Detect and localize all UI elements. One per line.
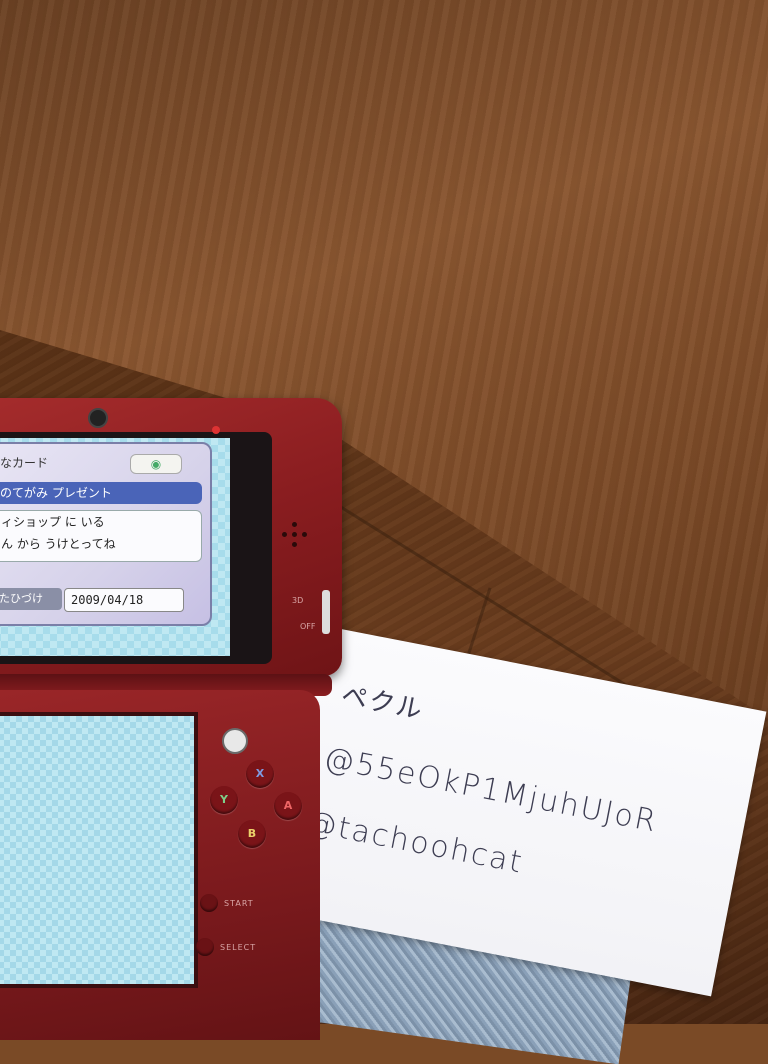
card-message-line: いん から うけとってね	[0, 537, 116, 551]
card-subtitle: べのてがみ プレゼント	[0, 482, 202, 504]
speaker-grille	[282, 522, 316, 552]
mystery-gift-card: ぎなカード ◉ べのてがみ プレゼント リィショップ に いる いん から うけ…	[0, 442, 212, 626]
card-date-label: ったひづけ	[0, 588, 62, 610]
b-button[interactable]: B	[238, 820, 266, 848]
card-message: リィショップ に いる いん から うけとってね	[0, 510, 202, 562]
start-label: START	[224, 899, 254, 908]
photo-scene: ペクル @55eOkP1MjuhUJoR @tachoohcat ぎなカード ◉…	[0, 0, 768, 1064]
3d-label: 3D	[292, 596, 304, 605]
card-message-line: リィショップ に いる	[0, 515, 105, 529]
select-label: SELECT	[220, 943, 257, 952]
c-stick[interactable]	[222, 728, 248, 754]
camera-icon	[88, 408, 108, 428]
note-handle-2: @tachoohcat	[303, 804, 527, 881]
start-button[interactable]	[200, 894, 218, 912]
a-button[interactable]: A	[274, 792, 302, 820]
x-button[interactable]: X	[246, 760, 274, 788]
select-button[interactable]	[196, 938, 214, 956]
power-led	[212, 426, 220, 434]
off-label: OFF	[300, 622, 316, 631]
top-screen: ぎなカード ◉ べのてがみ プレゼント リィショップ に いる いん から うけ…	[0, 438, 230, 656]
note-name: ペクル	[338, 680, 427, 726]
3d-depth-slider[interactable]	[322, 590, 330, 634]
y-button[interactable]: Y	[210, 786, 238, 814]
card-date: 2009/04/18	[64, 588, 184, 612]
pokeball-icon: ◉	[130, 454, 182, 474]
touch-screen[interactable]	[0, 712, 198, 988]
